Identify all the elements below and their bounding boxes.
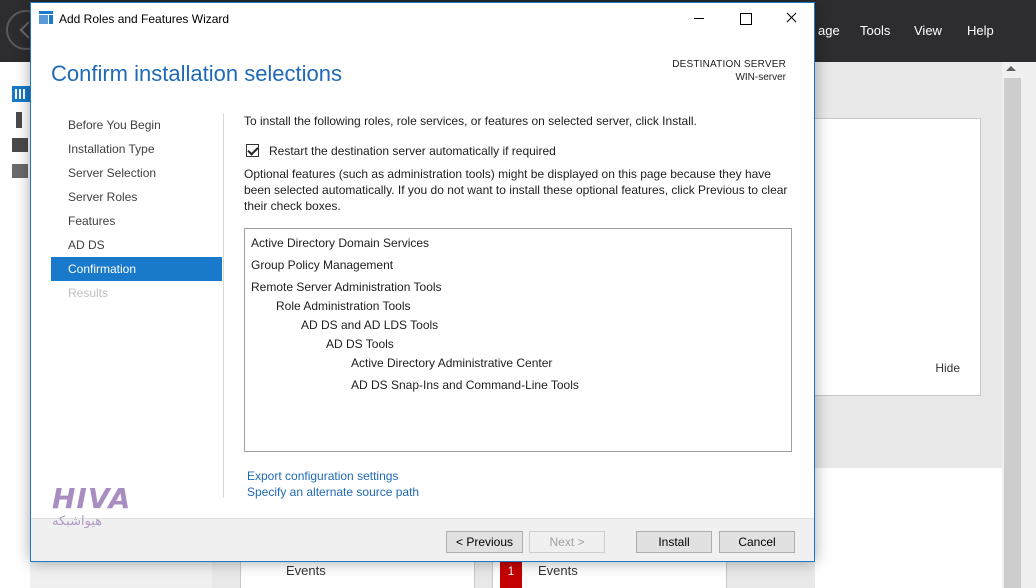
all-servers-icon[interactable] [12, 138, 28, 152]
watermark-subtitle: هیواشبکه [52, 514, 103, 529]
list-item: AD DS Snap-Ins and Command-Line Tools [351, 378, 579, 392]
list-item: Active Directory Domain Services [251, 236, 430, 250]
nav-results: Results [68, 286, 109, 300]
hide-link[interactable]: Hide [935, 361, 960, 375]
server-manager-sidebar [0, 62, 30, 588]
wizard-footer: < Previous Next > Install Cancel [31, 518, 814, 561]
list-item: AD DS Tools [326, 337, 394, 351]
menu-tools[interactable]: Tools [860, 23, 890, 38]
previous-button[interactable]: < Previous [446, 531, 523, 553]
window-title: Add Roles and Features Wizard [59, 12, 230, 26]
minimize-icon[interactable] [676, 3, 722, 33]
local-server-icon[interactable] [16, 112, 22, 128]
nav-divider [223, 113, 224, 498]
nav-server-roles[interactable]: Server Roles [51, 185, 222, 209]
events-tile-label: Events [286, 563, 326, 578]
dashboard-icon[interactable] [12, 86, 30, 102]
restart-checkbox-label[interactable]: Restart the destination server automatic… [269, 144, 556, 158]
page-title: Confirm installation selections [51, 61, 343, 86]
menu-view[interactable]: View [914, 23, 942, 38]
nav-installation-type[interactable]: Installation Type [51, 137, 222, 161]
server-manager-icon [39, 11, 53, 24]
wizard-nav: Before You Begin Installation Type Serve… [51, 113, 222, 305]
restart-checkbox[interactable] [246, 144, 259, 157]
install-button[interactable]: Install [636, 531, 712, 553]
scroll-up-arrow-icon[interactable] [1006, 66, 1016, 71]
close-icon[interactable] [768, 3, 814, 33]
menu-help[interactable]: Help [967, 23, 994, 38]
list-item: Remote Server Administration Tools [251, 280, 442, 294]
nav-server-selection[interactable]: Server Selection [51, 161, 222, 185]
list-item: Role Administration Tools [276, 299, 411, 313]
cancel-button[interactable]: Cancel [719, 531, 795, 553]
alternate-source-link[interactable]: Specify an alternate source path [247, 485, 419, 499]
watermark-logo: HIVA [52, 482, 132, 515]
destination-server-name: WIN-server [735, 72, 786, 83]
next-button: Next > [529, 531, 605, 553]
destination-server-label: DESTINATION SERVER [672, 59, 786, 70]
add-roles-wizard-window: Add Roles and Features Wizard Confirm in… [30, 2, 815, 562]
intro-text: To install the following roles, role ser… [244, 114, 697, 128]
menu-manage[interactable]: age [818, 23, 840, 38]
list-item: Active Directory Administrative Center [351, 356, 553, 370]
nav-features[interactable]: Features [51, 209, 222, 233]
list-item: AD DS and AD LDS Tools [301, 318, 439, 332]
selected-features-list[interactable]: Active Directory Domain Services Group P… [244, 228, 792, 452]
nav-ad-ds[interactable]: AD DS [51, 233, 222, 257]
nav-before-you-begin[interactable]: Before You Begin [51, 113, 222, 137]
file-services-icon[interactable] [12, 164, 28, 178]
server-manager-lower-panel [815, 468, 1007, 588]
maximize-icon[interactable] [722, 3, 768, 33]
scrollbar-thumb[interactable] [1004, 78, 1021, 588]
list-item: Group Policy Management [251, 258, 394, 272]
title-bar[interactable]: Add Roles and Features Wizard [31, 3, 814, 33]
export-configuration-link[interactable]: Export configuration settings [247, 469, 398, 483]
events-tile-label: Events [538, 563, 578, 578]
welcome-panel: Hide [815, 118, 981, 396]
optional-features-note: Optional features (such as administratio… [244, 167, 788, 213]
nav-confirmation[interactable]: Confirmation [51, 257, 222, 281]
